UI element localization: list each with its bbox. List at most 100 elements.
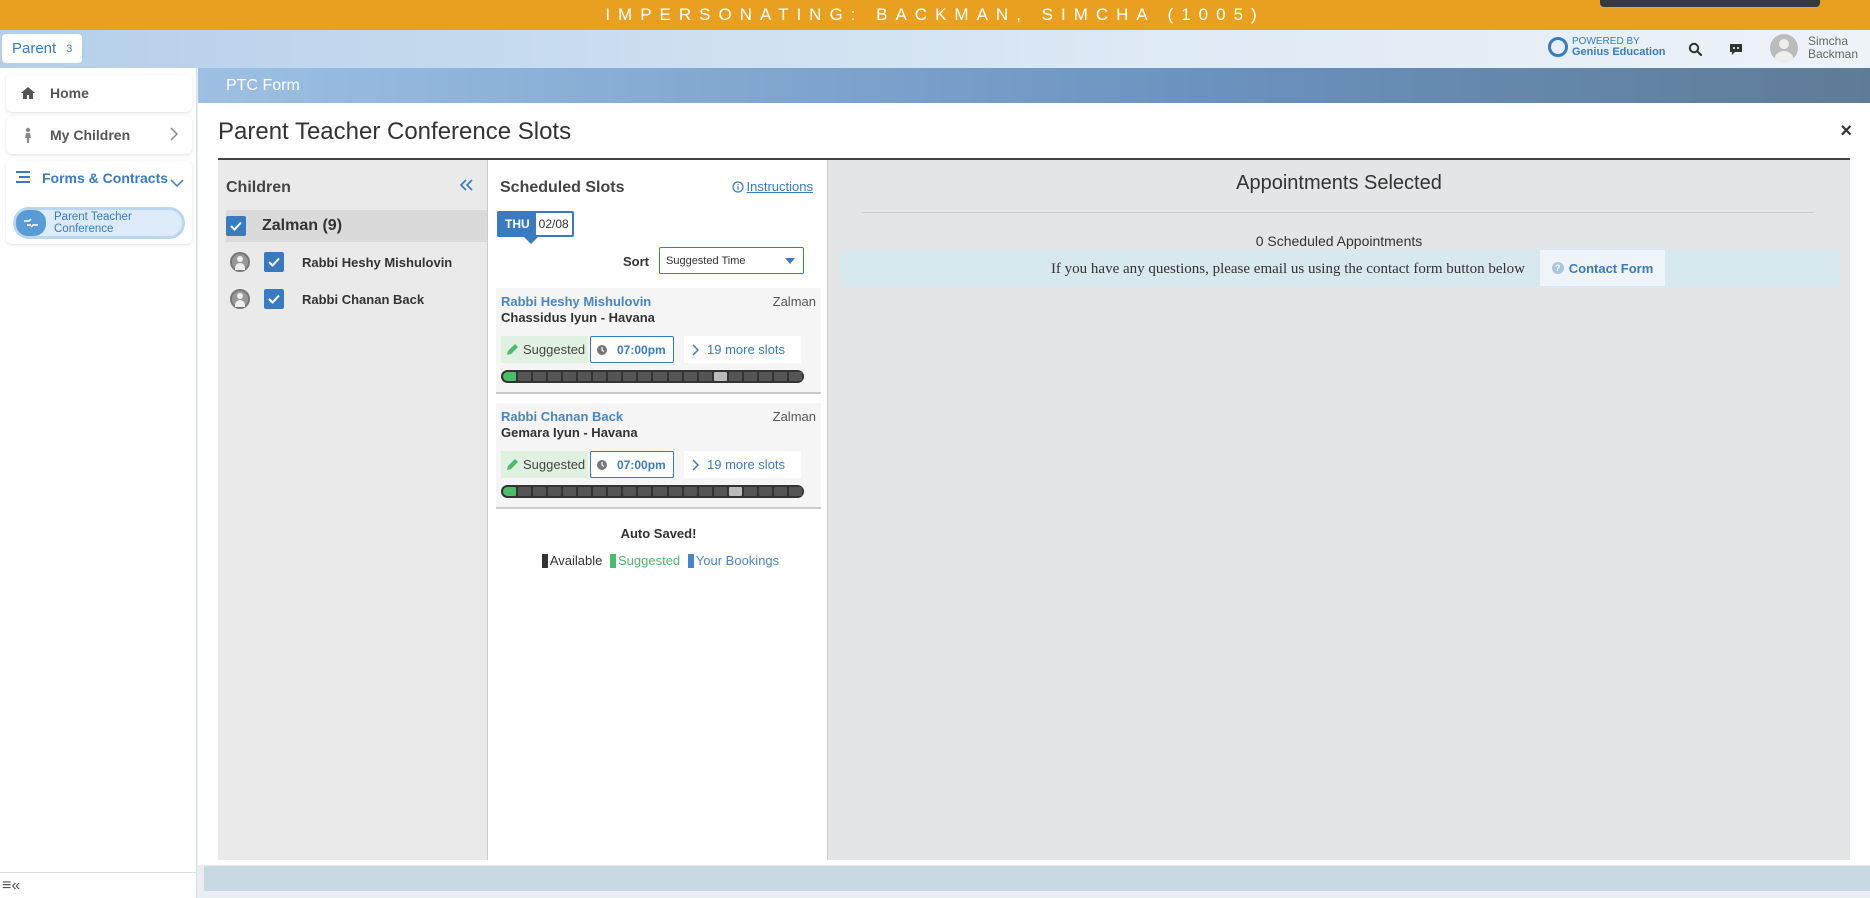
teacher-row[interactable]: Rabbi Chanan Back xyxy=(226,285,487,313)
suggested-status: Suggested xyxy=(501,336,588,363)
timeline-slot[interactable] xyxy=(653,372,667,381)
user-name[interactable]: Simcha Backman xyxy=(1808,35,1858,61)
sidebar-item-home[interactable]: Home xyxy=(6,74,192,112)
slot-card: Rabbi Heshy Mishulovin Zalman Chassidus … xyxy=(496,288,821,394)
chevron-right-icon xyxy=(692,458,699,471)
legend-swatch-available xyxy=(541,553,548,568)
time-button[interactable]: 07:00pm xyxy=(590,336,674,363)
search-icon[interactable] xyxy=(1685,39,1705,59)
slot-timeline-bar[interactable] xyxy=(501,370,804,383)
role-switcher-button[interactable]: Parent 3 xyxy=(2,34,83,63)
timeline-slot[interactable] xyxy=(713,487,727,496)
timeline-slot[interactable] xyxy=(533,487,547,496)
sidebar-item-forms-contracts[interactable]: Forms & Contracts xyxy=(16,170,168,186)
collapse-sidebar-button[interactable]: ≡« xyxy=(0,872,196,898)
legend-available: Available xyxy=(549,553,603,568)
user-avatar[interactable] xyxy=(1770,34,1798,62)
timeline-slot[interactable] xyxy=(758,487,772,496)
timeline-slot[interactable] xyxy=(638,487,652,496)
teacher-row[interactable]: Rabbi Heshy Mishulovin xyxy=(226,248,487,276)
person-icon xyxy=(230,252,250,272)
timeline-slot[interactable] xyxy=(548,487,562,496)
timeline-slot[interactable] xyxy=(578,487,592,496)
child-row[interactable]: Zalman (9) xyxy=(226,210,487,242)
sidebar-item-label: My Children xyxy=(50,127,131,143)
timeline-slot[interactable] xyxy=(518,487,532,496)
timeline-slot[interactable] xyxy=(773,487,787,496)
sidebar-item-parent-teacher-conference[interactable]: Parent Teacher Conference xyxy=(13,207,185,239)
contact-form-button[interactable]: ? Contact Form xyxy=(1540,250,1665,286)
timeline-slot[interactable] xyxy=(608,372,622,381)
chevron-down-icon[interactable] xyxy=(170,174,184,192)
timeline-slot[interactable] xyxy=(653,487,667,496)
timeline-slot[interactable] xyxy=(593,372,607,381)
slot-timeline-bar[interactable] xyxy=(501,485,804,498)
sort-label: Sort xyxy=(623,254,649,269)
role-label: Parent xyxy=(12,40,57,57)
timeline-slot-suggested[interactable] xyxy=(503,372,517,381)
timeline-slot[interactable] xyxy=(728,372,742,381)
list-icon xyxy=(16,170,30,186)
timeline-slot[interactable] xyxy=(698,487,712,496)
children-panel: Children Zalman (9) Rabbi Heshy Mishulov… xyxy=(218,160,487,860)
timeline-slot[interactable] xyxy=(623,372,637,381)
legend-bookings: Your Bookings xyxy=(695,553,780,568)
timeline-slot[interactable] xyxy=(533,372,547,381)
teacher-checkbox[interactable] xyxy=(264,252,284,272)
timeline-slot-suggested[interactable] xyxy=(503,487,517,496)
auto-saved-status: Auto Saved! xyxy=(620,526,697,541)
suggested-status: Suggested xyxy=(501,451,588,478)
timeline-slot[interactable] xyxy=(593,487,607,496)
slot-course-name: Gemara Iyun - Havana xyxy=(501,425,638,440)
sort-dropdown[interactable]: Suggested Time xyxy=(659,247,804,274)
slot-teacher-link[interactable]: Rabbi Chanan Back xyxy=(501,409,623,424)
powered-by-text: POWERED BY Genius Education xyxy=(1572,36,1666,58)
timeline-slot[interactable] xyxy=(623,487,637,496)
timeline-slot[interactable] xyxy=(683,372,697,381)
chat-icon[interactable] xyxy=(1726,39,1746,59)
slot-legend: Available Suggested Your Bookings xyxy=(488,553,829,570)
child-name: Zalman (9) xyxy=(262,217,343,234)
date-tab[interactable]: THU 02/08 xyxy=(497,211,574,237)
slot-teacher-link[interactable]: Rabbi Heshy Mishulovin xyxy=(501,294,651,309)
timeline-slot[interactable] xyxy=(683,487,697,496)
timeline-slot[interactable] xyxy=(563,372,577,381)
timeline-slot[interactable] xyxy=(548,372,562,381)
timeline-slot[interactable] xyxy=(788,372,802,381)
timeline-slot[interactable] xyxy=(698,372,712,381)
timeline-slot[interactable] xyxy=(578,372,592,381)
teacher-checkbox[interactable] xyxy=(264,289,284,309)
info-icon xyxy=(731,180,744,193)
timeline-slot[interactable] xyxy=(608,487,622,496)
close-icon[interactable]: × xyxy=(1840,120,1852,143)
timeline-slot[interactable] xyxy=(743,372,757,381)
appointments-divider xyxy=(862,212,1814,213)
timeline-slot[interactable] xyxy=(668,372,682,381)
genius-logo-icon xyxy=(1548,37,1568,57)
powered-brand-label: Genius Education xyxy=(1572,46,1666,58)
timeline-slot[interactable] xyxy=(638,372,652,381)
sidebar-item-my-children[interactable]: My Children xyxy=(6,116,192,154)
timeline-slot[interactable] xyxy=(758,372,772,381)
more-slots-button[interactable]: 19 more slots xyxy=(684,336,801,363)
more-slots-button[interactable]: 19 more slots xyxy=(684,451,801,478)
instructions-link[interactable]: Instructions xyxy=(731,179,813,194)
timeline-slot[interactable] xyxy=(788,487,802,496)
powered-by-logo[interactable]: POWERED BY Genius Education xyxy=(1548,36,1666,58)
user-last-name: Backman xyxy=(1808,47,1859,61)
slot-child-name: Zalman xyxy=(772,409,816,424)
legend-swatch-suggested xyxy=(610,553,616,568)
slot-card: Rabbi Chanan Back Zalman Gemara Iyun - H… xyxy=(496,403,821,509)
timeline-slot[interactable] xyxy=(518,372,532,381)
timeline-slot[interactable] xyxy=(773,372,787,381)
timeline-slot-highlighted[interactable] xyxy=(713,372,727,381)
child-checkbox[interactable] xyxy=(226,216,246,236)
more-slots-label: 19 more slots xyxy=(707,457,786,472)
timeline-slot[interactable] xyxy=(668,487,682,496)
timeline-slot[interactable] xyxy=(563,487,577,496)
time-button[interactable]: 07:00pm xyxy=(590,451,674,478)
instructions-label: Instructions xyxy=(746,179,813,194)
timeline-slot[interactable] xyxy=(743,487,757,496)
collapse-panel-icon[interactable] xyxy=(459,174,473,197)
timeline-slot-highlighted[interactable] xyxy=(728,487,742,496)
